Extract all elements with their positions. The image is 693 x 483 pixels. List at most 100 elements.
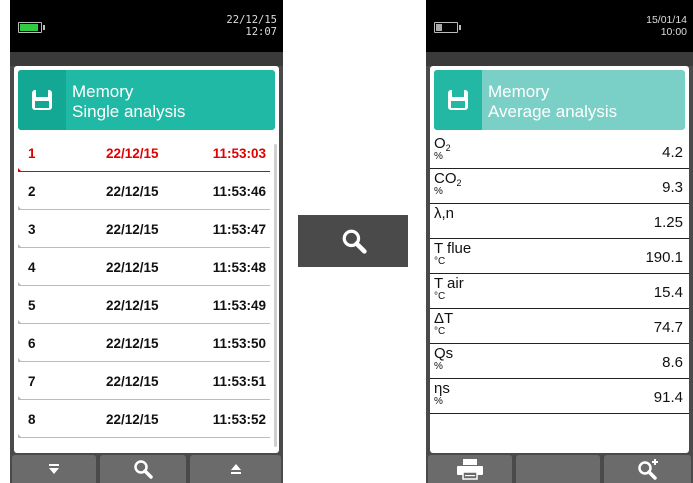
left-device: 22/12/15 12:07 Memory Single analysis 12… <box>10 0 283 483</box>
measurement-name: CO <box>434 170 457 187</box>
print-button[interactable] <box>428 455 512 483</box>
arrow-down-icon <box>49 464 59 474</box>
measurement-value: 8.6 <box>662 354 683 371</box>
status-time: 12:07 <box>245 26 277 38</box>
scroll-up-button[interactable] <box>190 455 281 483</box>
item-number: 5 <box>28 298 36 313</box>
measurement-value: 91.4 <box>653 389 683 406</box>
measurement-subscript: 2 <box>456 178 462 188</box>
measurement-value: 190.1 <box>645 249 683 266</box>
item-number: 6 <box>28 336 36 351</box>
item-time: 11:53:47 <box>212 222 266 237</box>
list-item[interactable]: 1 22/12/15 11:53:03 <box>18 134 270 172</box>
measurement-name: ΔT <box>434 310 454 327</box>
item-time: 11:53:46 <box>212 184 266 199</box>
memory-list-screen: Memory Single analysis 1 22/12/15 11:53:03… <box>14 66 279 453</box>
status-time: 10:00 <box>660 26 687 38</box>
blank-softkey[interactable] <box>516 455 600 483</box>
list-item[interactable]: 4 22/12/15 11:53:48 <box>18 248 270 286</box>
item-date: 22/12/15 <box>106 412 159 427</box>
status-bar: 22/12/15 12:07 <box>10 0 283 52</box>
search-icon <box>342 229 367 254</box>
header-line1: Memory <box>488 82 550 101</box>
status-bar: 15/01/14 10:00 <box>426 0 693 52</box>
item-date: 22/12/15 <box>106 146 159 161</box>
average-analysis-screen: Memory Average analysis O2% 4.2 CO2% 9.3 λ,n… <box>430 66 689 453</box>
search-icon <box>134 460 153 479</box>
measurement-unit: °C <box>434 291 446 302</box>
measurement-name: O <box>434 135 446 152</box>
measurement-row: λ,n 1.25 <box>430 204 689 239</box>
measurement-row: ΔT °C 74.7 <box>430 309 689 344</box>
item-time: 11:53:03 <box>212 146 266 161</box>
header-line1: Memory <box>72 82 134 101</box>
search-button[interactable] <box>100 455 186 483</box>
header-line2: Average analysis <box>488 102 618 121</box>
measurement-unit: % <box>434 151 443 162</box>
item-date: 22/12/15 <box>106 222 159 237</box>
header-line2: Single analysis <box>72 102 186 121</box>
item-time: 11:53:49 <box>212 298 266 313</box>
measurement-name: Qs <box>434 345 454 362</box>
row-marker <box>18 434 22 438</box>
measurement-value: 74.7 <box>653 319 683 336</box>
measurement-unit: °C <box>434 256 446 267</box>
separator <box>426 52 693 66</box>
measurement-value: 1.25 <box>653 214 683 231</box>
printer-icon <box>457 459 483 480</box>
measurement-name: λ,n <box>434 205 455 222</box>
measurement-value: 15.4 <box>653 284 683 301</box>
measurement-unit: % <box>434 396 443 407</box>
measurement-row: T air °C 15.4 <box>430 274 689 309</box>
item-number: 3 <box>28 222 36 237</box>
list-item[interactable]: 2 22/12/15 11:53:46 <box>18 172 270 210</box>
measurement-row: CO2% 9.3 <box>430 169 689 204</box>
status-date: 22/12/15 <box>226 14 277 26</box>
measurement-subscript: 2 <box>445 143 451 153</box>
measurement-unit: % <box>434 361 443 372</box>
item-number: 4 <box>28 260 36 275</box>
list-item[interactable]: 8 22/12/15 11:53:52 <box>18 400 270 438</box>
battery-icon <box>434 22 461 33</box>
item-time: 11:53:51 <box>212 374 266 389</box>
item-time: 11:53:48 <box>212 260 266 275</box>
measurement-value: 4.2 <box>662 144 683 161</box>
status-date: 15/01/14 <box>646 14 687 26</box>
header-title: Memory Average analysis <box>488 82 617 122</box>
measurement-unit: °C <box>434 326 446 337</box>
battery-icon <box>18 22 45 33</box>
datetime: 15/01/14 10:00 <box>646 14 687 38</box>
measurement-row: Qs% 8.6 <box>430 344 689 379</box>
header-title: Memory Single analysis <box>72 82 185 122</box>
list-item[interactable]: 5 22/12/15 11:53:49 <box>18 286 270 324</box>
measurement-value: 9.3 <box>662 179 683 196</box>
memory-header: Memory Single analysis <box>18 70 275 130</box>
item-date: 22/12/15 <box>106 298 159 313</box>
zoom-in-icon <box>637 459 658 480</box>
list-item[interactable]: 6 22/12/15 11:53:50 <box>18 324 270 362</box>
right-device: 15/01/14 10:00 Memory Average analysis O… <box>426 0 693 483</box>
item-number: 2 <box>28 184 36 199</box>
search-button-large[interactable] <box>298 215 408 267</box>
measurement-name: T flue <box>434 240 472 257</box>
zoom-in-button[interactable] <box>604 455 691 483</box>
scroll-down-button[interactable] <box>12 455 96 483</box>
measurement-row: ηs% 91.4 <box>430 379 689 414</box>
item-date: 22/12/15 <box>106 374 159 389</box>
softkey-bar <box>10 453 283 483</box>
measurement-name: T air <box>434 275 464 292</box>
datetime: 22/12/15 12:07 <box>226 14 277 38</box>
save-icon <box>18 70 66 130</box>
scrollbar[interactable] <box>274 144 277 447</box>
list-item[interactable]: 7 22/12/15 11:53:51 <box>18 362 270 400</box>
item-time: 11:53:52 <box>212 412 266 427</box>
item-number: 7 <box>28 374 36 389</box>
item-number: 8 <box>28 412 36 427</box>
measurement-name: ηs <box>434 380 450 397</box>
measurement-unit: % <box>434 186 443 197</box>
arrow-up-icon <box>230 464 241 474</box>
list-item[interactable]: 3 22/12/15 11:53:47 <box>18 210 270 248</box>
measurement-row: T flue °C 190.1 <box>430 239 689 274</box>
item-number: 1 <box>28 146 36 161</box>
measurement-row: O2% 4.2 <box>430 134 689 169</box>
